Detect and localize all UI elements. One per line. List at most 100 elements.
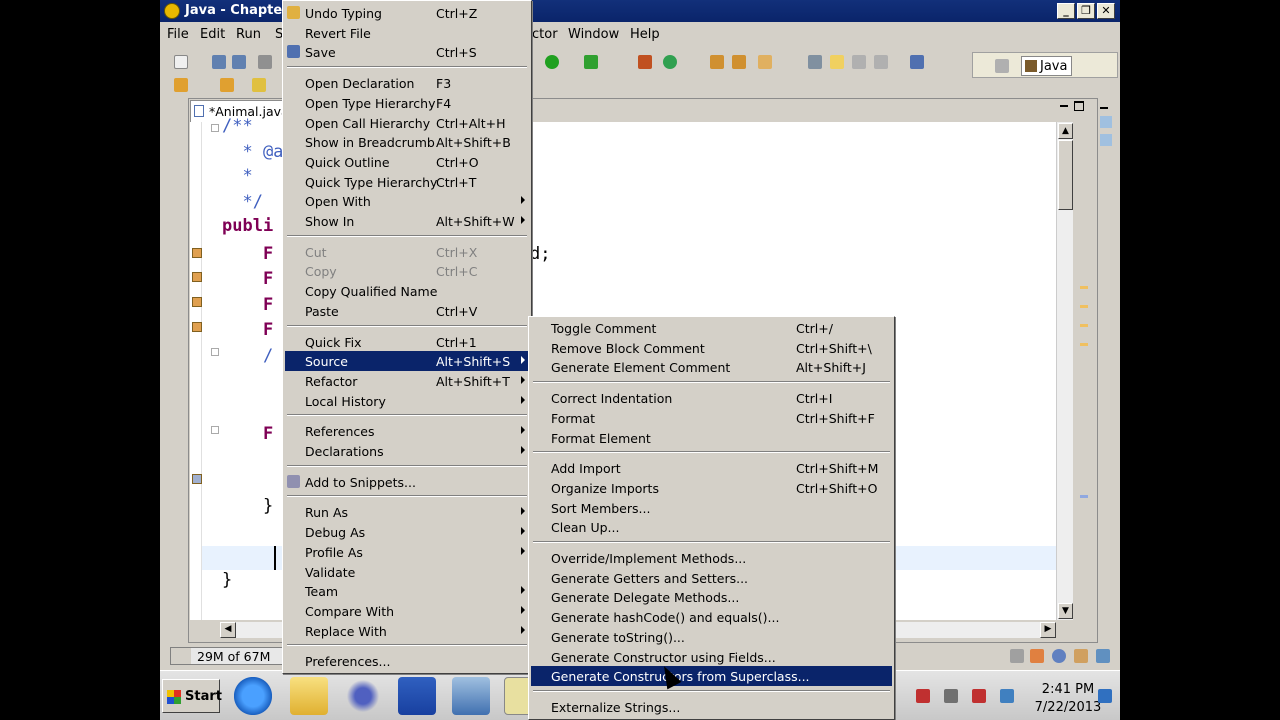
scroll-thumb[interactable] bbox=[1058, 140, 1073, 210]
close-button[interactable]: ✕ bbox=[1097, 3, 1115, 19]
fold-toggle-icon[interactable] bbox=[211, 348, 219, 356]
menu-item-toggle-comment[interactable]: Toggle Comment Ctrl+/ bbox=[531, 318, 892, 338]
menu-item-quick-type-hierarchy[interactable]: Quick Type Hierarchy Ctrl+T bbox=[285, 172, 529, 192]
menu-item-organize-imports[interactable]: Organize Imports Ctrl+Shift+O bbox=[531, 478, 892, 498]
menu-item-debug-as[interactable]: Debug As bbox=[285, 522, 529, 542]
overview-marker[interactable] bbox=[1080, 305, 1088, 308]
warning-marker-icon[interactable] bbox=[192, 297, 202, 307]
menu-run[interactable]: Run bbox=[236, 27, 261, 42]
scroll-down-icon[interactable]: ▼ bbox=[1058, 603, 1073, 619]
overview-marker[interactable] bbox=[1080, 343, 1088, 346]
menu-item-preferences[interactable]: Preferences... bbox=[285, 651, 529, 671]
status-icon[interactable] bbox=[1010, 649, 1024, 663]
menu-item-clean-up[interactable]: Clean Up... bbox=[531, 517, 892, 537]
block-select-icon[interactable] bbox=[852, 55, 866, 69]
menu-item-correct-indentation[interactable]: Correct Indentation Ctrl+I bbox=[531, 388, 892, 408]
menu-item-refactor[interactable]: Refactor Alt+Shift+T bbox=[285, 371, 529, 391]
warning-marker-icon[interactable] bbox=[192, 248, 202, 258]
overview-marker[interactable] bbox=[1080, 495, 1088, 498]
save-icon[interactable] bbox=[212, 55, 226, 69]
menu-item-compare-with[interactable]: Compare With bbox=[285, 601, 529, 621]
menu-item-references[interactable]: References bbox=[285, 421, 529, 441]
menu-item-remove-block-comment[interactable]: Remove Block Comment Ctrl+Shift+\ bbox=[531, 338, 892, 358]
menu-ctor[interactable]: ctor bbox=[532, 27, 558, 42]
maximize-editor-icon[interactable] bbox=[1074, 101, 1084, 111]
menu-item-generate-tostring[interactable]: Generate toString()... bbox=[531, 627, 892, 647]
menu-item-generate-constructor-using-fields[interactable]: Generate Constructor using Fields... bbox=[531, 647, 892, 667]
open-perspective-icon[interactable] bbox=[995, 59, 1009, 73]
show-whitespace-icon[interactable] bbox=[874, 55, 888, 69]
maximize-button[interactable]: ❐ bbox=[1077, 3, 1095, 19]
menu-item-revert-file[interactable]: Revert File bbox=[285, 23, 529, 43]
new-icon[interactable] bbox=[174, 55, 188, 69]
menu-item-format-element[interactable]: Format Element bbox=[531, 428, 892, 448]
print-icon[interactable] bbox=[258, 55, 272, 69]
hierarchy-view-icon[interactable] bbox=[1100, 134, 1112, 146]
menu-item-generate-constructors-from-superclass[interactable]: Generate Constructors from Superclass... bbox=[531, 666, 892, 687]
menu-item-add-import[interactable]: Add Import Ctrl+Shift+M bbox=[531, 458, 892, 478]
next-annotation-icon[interactable] bbox=[174, 78, 188, 92]
task-marker-icon[interactable] bbox=[192, 474, 202, 484]
run-external-icon[interactable] bbox=[584, 55, 598, 69]
menu-item-show-in-breadcrumb[interactable]: Show in Breadcrumb Alt+Shift+B bbox=[285, 132, 529, 152]
highlight-icon[interactable] bbox=[830, 55, 844, 69]
menu-item-externalize-strings[interactable]: Externalize Strings... bbox=[531, 697, 892, 717]
save-all-icon[interactable] bbox=[232, 55, 246, 69]
minimize-editor-icon[interactable] bbox=[1060, 101, 1068, 107]
menu-item-source[interactable]: Source Alt+Shift+S bbox=[285, 351, 529, 372]
visio-icon[interactable] bbox=[398, 677, 436, 715]
run-icon[interactable] bbox=[545, 55, 559, 69]
overview-marker[interactable] bbox=[1080, 324, 1088, 327]
show-desktop-icon[interactable] bbox=[1098, 689, 1112, 703]
menu-item-save[interactable]: Save Ctrl+S bbox=[285, 42, 529, 62]
network-icon[interactable] bbox=[452, 677, 490, 715]
warning-marker-icon[interactable] bbox=[192, 322, 202, 332]
heap-status[interactable]: 29M of 67M bbox=[170, 647, 290, 665]
vertical-scrollbar[interactable]: ▲ ▼ bbox=[1056, 122, 1073, 620]
scroll-right-icon[interactable]: ▶ bbox=[1040, 622, 1056, 638]
menu-item-replace-with[interactable]: Replace With bbox=[285, 621, 529, 641]
menu-item-override-implement-methods[interactable]: Override/Implement Methods... bbox=[531, 548, 892, 568]
menu-file[interactable]: File bbox=[167, 27, 189, 42]
fold-toggle-icon[interactable] bbox=[211, 124, 219, 132]
clock[interactable]: 2:41 PM 7/22/2013 bbox=[1028, 681, 1108, 717]
menu-item-declarations[interactable]: Declarations bbox=[285, 441, 529, 461]
menu-help[interactable]: Help bbox=[630, 27, 660, 42]
menu-item-generate-element-comment[interactable]: Generate Element Comment Alt+Shift+J bbox=[531, 357, 892, 377]
menu-item-open-type-hierarchy[interactable]: Open Type Hierarchy F4 bbox=[285, 93, 529, 113]
menu-item-copy-qualified-name[interactable]: Copy Qualified Name bbox=[285, 281, 529, 301]
menu-item-generate-delegate-methods[interactable]: Generate Delegate Methods... bbox=[531, 587, 892, 607]
menu-item-format[interactable]: Format Ctrl+Shift+F bbox=[531, 408, 892, 428]
menu-item-paste[interactable]: Paste Ctrl+V bbox=[285, 301, 529, 321]
menu-item-open-with[interactable]: Open With bbox=[285, 191, 529, 211]
outline-view-icon[interactable] bbox=[1100, 116, 1112, 128]
status-icon[interactable] bbox=[1074, 649, 1088, 663]
menu-window[interactable]: Window bbox=[568, 27, 619, 42]
menu-edit[interactable]: Edit bbox=[200, 27, 225, 42]
new-class-icon[interactable] bbox=[663, 55, 677, 69]
menu-item-validate[interactable]: Validate bbox=[285, 562, 529, 582]
menu-item-local-history[interactable]: Local History bbox=[285, 391, 529, 411]
tray-icon[interactable] bbox=[1000, 689, 1014, 703]
previous-annotation-icon[interactable] bbox=[220, 78, 234, 92]
file-explorer-icon[interactable] bbox=[290, 677, 328, 715]
open-task-icon[interactable] bbox=[732, 55, 746, 69]
internet-explorer-icon[interactable] bbox=[234, 677, 272, 715]
menu-item-undo-typing[interactable]: Undo Typing Ctrl+Z bbox=[285, 3, 529, 23]
fold-toggle-icon[interactable] bbox=[211, 426, 219, 434]
tray-icon[interactable] bbox=[916, 689, 930, 703]
menu-item-generate-getters-and-setters[interactable]: Generate Getters and Setters... bbox=[531, 568, 892, 588]
scroll-left-icon[interactable]: ◀ bbox=[220, 622, 236, 638]
menu-item-open-call-hierarchy[interactable]: Open Call Hierarchy Ctrl+Alt+H bbox=[285, 113, 529, 133]
tray-icon[interactable] bbox=[972, 689, 986, 703]
menu-item-open-declaration[interactable]: Open Declaration F3 bbox=[285, 73, 529, 93]
menu-item-profile-as[interactable]: Profile As bbox=[285, 542, 529, 562]
back-icon[interactable] bbox=[252, 78, 266, 92]
menu-item-generate-hashcode-and-equals[interactable]: Generate hashCode() and equals()... bbox=[531, 607, 892, 627]
menu-item-run-as[interactable]: Run As bbox=[285, 502, 529, 522]
search-icon[interactable] bbox=[758, 55, 772, 69]
status-icon[interactable] bbox=[1030, 649, 1044, 663]
start-button[interactable]: Start bbox=[162, 679, 222, 713]
java-perspective-button[interactable]: Java bbox=[1021, 56, 1073, 76]
warning-marker-icon[interactable] bbox=[192, 272, 202, 282]
